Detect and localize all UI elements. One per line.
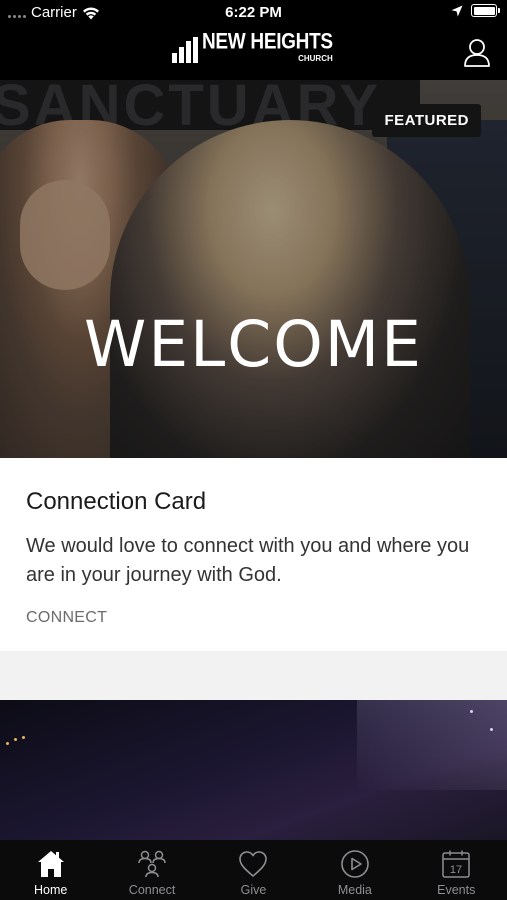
- calendar-day-number: 17: [450, 864, 462, 876]
- logo-sub-text: CHURCH: [298, 54, 333, 63]
- status-bar: Carrier 6:22 PM: [0, 0, 507, 26]
- tab-label: Give: [240, 883, 267, 897]
- feature-image-card[interactable]: [0, 700, 507, 840]
- church-logo: NEW HEIGHTS CHURCH: [172, 30, 333, 63]
- connect-link[interactable]: CONNECT: [26, 609, 107, 627]
- tab-media[interactable]: Media: [304, 840, 405, 900]
- status-right: [451, 4, 500, 17]
- tab-home[interactable]: Home: [0, 840, 101, 900]
- tab-label: Home: [34, 883, 68, 897]
- people-icon: [136, 848, 168, 880]
- logo-main-text: NEW HEIGHTS: [202, 30, 333, 55]
- card-description: We would love to connect with you and wh…: [26, 535, 470, 586]
- home-icon: [35, 848, 67, 880]
- tab-label: Connect: [128, 883, 176, 897]
- tab-connect[interactable]: Connect: [102, 840, 203, 900]
- battery-icon: [471, 4, 500, 17]
- user-profile-icon: [464, 39, 490, 67]
- nav-bar: NEW HEIGHTS CHURCH: [0, 26, 507, 80]
- heart-icon: [237, 848, 269, 880]
- location-arrow-icon: [451, 5, 463, 16]
- card-title: Connection Card: [26, 488, 207, 515]
- logo-bars-icon: [172, 37, 198, 63]
- calendar-icon: 17: [440, 848, 472, 880]
- tab-label: Events: [437, 883, 476, 897]
- featured-hero[interactable]: SANCTUARY WELCOME FEATURED: [0, 80, 507, 458]
- tab-give[interactable]: Give: [203, 840, 304, 900]
- tab-label: Media: [337, 883, 372, 897]
- play-circle-icon: [339, 848, 371, 880]
- section-spacer: [0, 651, 507, 700]
- status-time: 6:22 PM: [225, 4, 282, 21]
- hero-title: WELCOME: [84, 308, 423, 381]
- tab-events[interactable]: 17 Events: [406, 840, 507, 900]
- tab-bar: Home Connect Give Media 17 Events: [0, 840, 507, 900]
- profile-button[interactable]: [463, 38, 491, 68]
- connection-card[interactable]: Connection Card We would love to connect…: [0, 458, 507, 651]
- featured-badge: FEATURED: [372, 104, 481, 137]
